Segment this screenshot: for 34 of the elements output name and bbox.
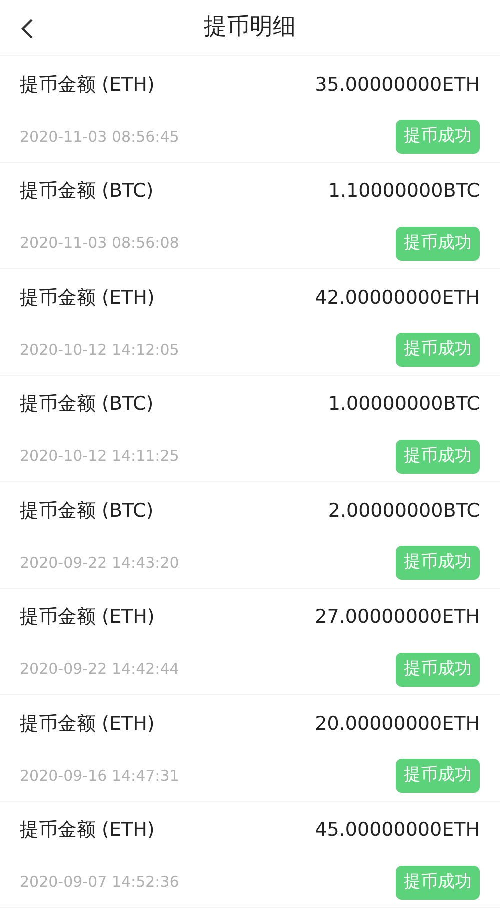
status-badge: 提币成功 — [396, 440, 480, 474]
amount-value: 35.00000000ETH — [315, 72, 480, 98]
record-time: 2020-09-16 14:47:31 — [20, 766, 180, 787]
amount-label: 提币金额 (BTC) — [20, 392, 154, 418]
amount-value: 45.00000000ETH — [315, 818, 480, 844]
record-time: 2020-09-07 14:52:36 — [20, 872, 180, 894]
amount-value: 20.00000000ETH — [315, 712, 480, 737]
page-title: 提币明细 — [204, 13, 296, 42]
amount-label: 提币金额 (ETH) — [20, 72, 155, 98]
amount-value: 42.00000000ETH — [315, 286, 480, 311]
record-time: 2020-11-03 08:56:08 — [20, 233, 180, 254]
amount-value: 27.00000000ETH — [315, 605, 480, 630]
record-time: 2020-10-12 14:11:25 — [20, 446, 180, 468]
record-time: 2020-10-12 14:12:05 — [20, 340, 180, 361]
record-time: 2020-11-03 08:56:45 — [20, 126, 180, 148]
amount-label: 提币金额 (ETH) — [20, 818, 155, 844]
status-badge: 提币成功 — [396, 333, 480, 367]
status-badge: 提币成功 — [396, 652, 480, 686]
status-badge: 提币成功 — [396, 226, 480, 260]
amount-value: 1.00000000BTC — [328, 392, 480, 418]
back-icon[interactable] — [20, 18, 34, 40]
amount-value: 2.00000000BTC — [328, 498, 480, 524]
status-badge: 提币成功 — [396, 759, 480, 793]
record-time: 2020-09-22 14:43:20 — [20, 552, 180, 574]
amount-value: 1.10000000BTC — [328, 179, 480, 204]
status-badge: 提币成功 — [396, 546, 480, 580]
amount-label: 提币金额 (ETH) — [20, 605, 155, 630]
amount-label: 提币金额 (ETH) — [20, 286, 155, 311]
status-badge: 提币成功 — [396, 866, 480, 900]
amount-label: 提币金额 (BTC) — [20, 498, 154, 524]
status-badge: 提币成功 — [396, 120, 480, 154]
amount-label: 提币金额 (BTC) — [20, 179, 154, 204]
amount-label: 提币金额 (ETH) — [20, 712, 155, 737]
record-time: 2020-09-22 14:42:44 — [20, 659, 180, 680]
